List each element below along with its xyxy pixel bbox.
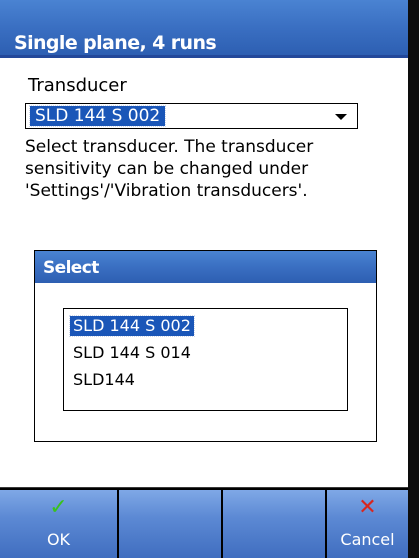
help-text: Select transducer. The transducer sensit…: [25, 136, 385, 202]
softkey-empty-3[interactable]: [223, 490, 325, 558]
help-line: 'Settings'/'Vibration transducers'.: [25, 181, 308, 201]
ok-label: OK: [46, 530, 71, 549]
x-icon: ✕: [358, 495, 377, 520]
select-dialog: Select SLD 144 S 002 SLD 144 S 014 SLD14…: [34, 250, 377, 442]
transducer-dropdown[interactable]: SLD 144 S 002: [25, 103, 358, 129]
list-item[interactable]: SLD 144 S 002: [69, 315, 195, 337]
list-item[interactable]: SLD144: [70, 370, 138, 390]
transducer-label: Transducer: [28, 75, 127, 96]
dropdown-arrow-icon[interactable]: [335, 114, 347, 120]
select-dialog-header: Select: [35, 251, 376, 283]
softkey-bar: ✓ OK ✕ Cancel: [0, 487, 408, 558]
title-bar: Single plane, 4 runs: [0, 0, 408, 58]
softkey-empty-2[interactable]: [119, 490, 221, 558]
cancel-label: Cancel: [340, 530, 395, 549]
ok-button[interactable]: ✓ OK: [0, 490, 117, 558]
help-line: Select transducer. The transducer: [25, 137, 314, 157]
dropdown-selected-value: SLD 144 S 002: [28, 105, 167, 127]
window-title: Single plane, 4 runs: [14, 32, 217, 54]
check-icon: ✓: [49, 495, 68, 520]
transducer-listbox[interactable]: SLD 144 S 002 SLD 144 S 014 SLD144: [63, 308, 348, 411]
device-edge: [408, 0, 419, 558]
cancel-button[interactable]: ✕ Cancel: [327, 490, 408, 558]
select-dialog-title: Select: [43, 258, 99, 278]
list-item[interactable]: SLD 144 S 014: [70, 343, 194, 363]
app-screen: Single plane, 4 runs Transducer SLD 144 …: [0, 0, 408, 558]
help-line: sensitivity can be changed under: [25, 159, 309, 179]
